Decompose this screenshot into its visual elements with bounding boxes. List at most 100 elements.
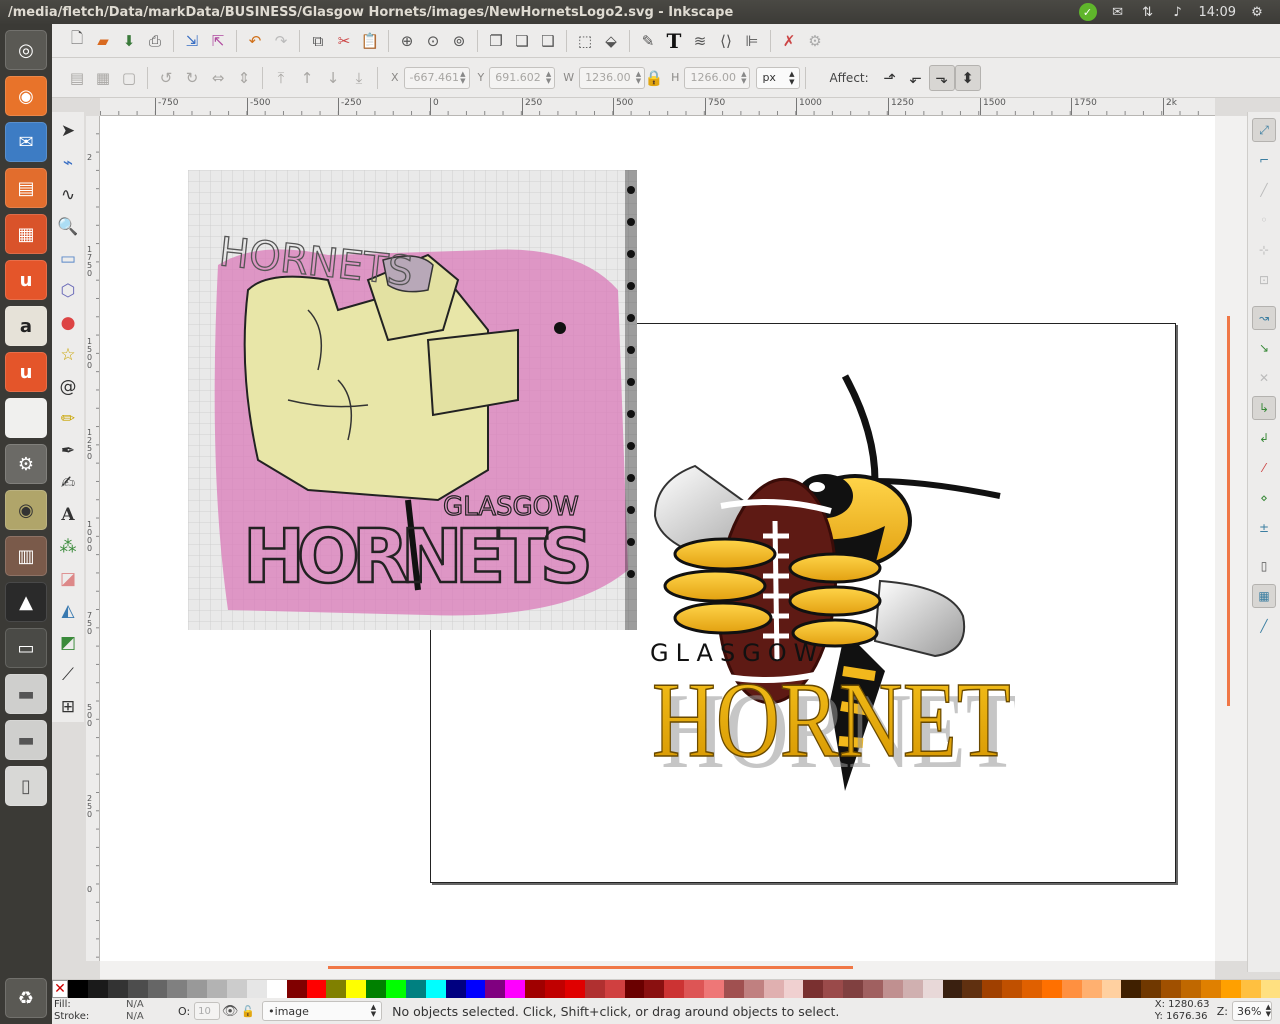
color-swatch[interactable] [525,980,545,998]
document-properties-icon[interactable]: ⚙ [802,28,828,54]
files-icon[interactable]: ▤ [5,168,47,208]
color-swatch[interactable] [1061,980,1082,998]
align-distribute-icon[interactable]: ⊫ [739,28,765,54]
ellipse-tool-icon[interactable]: ● [55,310,81,336]
vertical-scrollbar[interactable] [1215,116,1247,961]
color-swatch[interactable] [644,980,665,998]
color-swatch[interactable] [1121,980,1142,998]
open-icon[interactable]: ▰ [90,28,116,54]
text-font-icon[interactable]: T [661,28,687,54]
save-icon[interactable]: ⬇ [116,28,142,54]
snap-page-border-icon[interactable]: ▯ [1252,554,1276,578]
drawing-canvas[interactable]: HORNETS GLASGOW HORNETS GLASGOW HORNET H… [100,116,1215,961]
color-swatch[interactable] [1022,980,1042,998]
ubuntu-one-music-icon[interactable]: u [5,352,47,392]
color-swatch[interactable] [167,980,188,998]
color-swatch[interactable] [564,980,585,998]
color-swatch[interactable] [1220,980,1241,998]
snap-grids-icon[interactable]: ▦ [1252,584,1276,608]
pencil-tool-icon[interactable]: ✏ [55,406,81,432]
horizontal-scroll-thumb[interactable] [328,966,853,969]
new-document-icon[interactable]: 🗋 [64,28,90,54]
snap-bbox-icon[interactable]: ⌐ [1252,148,1276,172]
color-swatch[interactable] [127,980,148,998]
spray-tool-icon[interactable]: ⁂ [55,534,81,560]
group-icon[interactable]: ⬚ [572,28,598,54]
trash-icon[interactable]: ♻ [5,978,47,1018]
snap-paths-icon[interactable]: ↘ [1252,336,1276,360]
connector-tool-icon[interactable]: ⊞ [55,694,81,720]
color-swatch[interactable] [107,980,128,998]
color-swatch[interactable] [584,980,605,998]
color-swatch[interactable] [87,980,108,998]
lower-to-bottom-icon[interactable]: ⤓ [346,65,372,91]
ungroup-icon[interactable]: ⬙ [598,28,624,54]
color-swatch[interactable] [346,980,367,998]
fill-stroke-icon[interactable]: ✎ [635,28,661,54]
node-tool-icon[interactable]: ⌁ [55,150,81,176]
color-swatch[interactable] [783,980,804,998]
color-swatch[interactable] [1240,980,1261,998]
zoom-drawing-icon[interactable]: ⊙ [420,28,446,54]
color-swatch[interactable] [386,980,406,998]
color-swatch[interactable] [882,980,903,998]
rectangle-tool-icon[interactable]: ▭ [55,246,81,272]
color-swatch[interactable] [962,980,983,998]
color-swatch[interactable] [485,980,506,998]
color-swatch[interactable] [684,980,704,998]
deselect-icon[interactable]: ▢ [116,65,142,91]
snap-bbox-centers-icon[interactable]: ⊡ [1252,268,1276,292]
color-swatch[interactable] [246,980,267,998]
color-swatch[interactable] [1081,980,1102,998]
spiral-tool-icon[interactable]: @ [55,374,81,400]
hornets-logo[interactable]: GLASGOW HORNETS HORNETS [545,371,1015,796]
lower-icon[interactable]: ↓ [320,65,346,91]
color-swatch[interactable] [306,980,327,998]
eraser-tool-icon[interactable]: ◪ [55,566,81,592]
color-swatch[interactable] [743,980,764,998]
dropper-tool-icon[interactable]: ⟋ [55,662,81,688]
duplicate-icon[interactable]: ❐ [483,28,509,54]
color-swatch[interactable] [1101,980,1122,998]
raise-to-top-icon[interactable]: ⤒ [268,65,294,91]
undo-icon[interactable]: ↶ [242,28,268,54]
color-swatch[interactable] [147,980,168,998]
color-swatch[interactable] [823,980,844,998]
snap-bbox-midpoints-icon[interactable]: ⊹ [1252,238,1276,262]
text-document-icon[interactable] [5,398,47,438]
color-swatch[interactable] [704,980,724,998]
layer-lock-icon[interactable]: 🔓 [240,998,256,1024]
snap-object-centers-icon[interactable]: ⋄ [1252,486,1276,510]
color-swatch[interactable] [286,980,307,998]
snap-bbox-edges-icon[interactable]: ╱ [1252,178,1276,202]
selector-tool-icon[interactable]: ➤ [55,118,81,144]
color-swatch[interactable] [187,980,208,998]
color-swatch[interactable] [922,980,943,998]
snap-enable-icon[interactable]: ⤢ [1252,118,1276,142]
color-swatch[interactable] [664,980,685,998]
color-swatch[interactable] [425,980,446,998]
raise-icon[interactable]: ↑ [294,65,320,91]
usb-drive-icon[interactable]: ▯ [5,766,47,806]
color-swatch[interactable] [604,980,625,998]
unlink-clone-icon[interactable]: ❑ [535,28,561,54]
flip-vertical-icon[interactable]: ⇕ [231,65,257,91]
color-swatch[interactable] [227,980,247,998]
inkscape-icon[interactable]: ▲ [5,582,47,622]
x-field[interactable]: -667.461 ▲ ▼ [403,66,470,89]
power-icon[interactable]: ⚙ [1248,3,1266,21]
print-icon[interactable]: ⎙ [142,28,168,54]
move-gradients-icon[interactable]: ⬎ [928,64,955,91]
mail-icon[interactable]: ✉ [1109,3,1127,21]
export-icon[interactable]: ⇱ [205,28,231,54]
unit-select[interactable]: px ▲ ▼ [756,66,801,89]
3d-box-tool-icon[interactable]: ⬡ [55,278,81,304]
xml-editor-icon[interactable]: ⟨⟩ [713,28,739,54]
system-settings-icon[interactable]: ⚙ [5,444,47,484]
color-swatch[interactable] [1181,980,1201,998]
color-swatch[interactable] [545,980,565,998]
no-paint-swatch[interactable]: ✕ [52,980,68,998]
calligraphy-tool-icon[interactable]: ✍ [55,470,81,496]
color-swatch[interactable] [445,980,466,998]
drive-icon[interactable]: ▬ [5,674,47,714]
